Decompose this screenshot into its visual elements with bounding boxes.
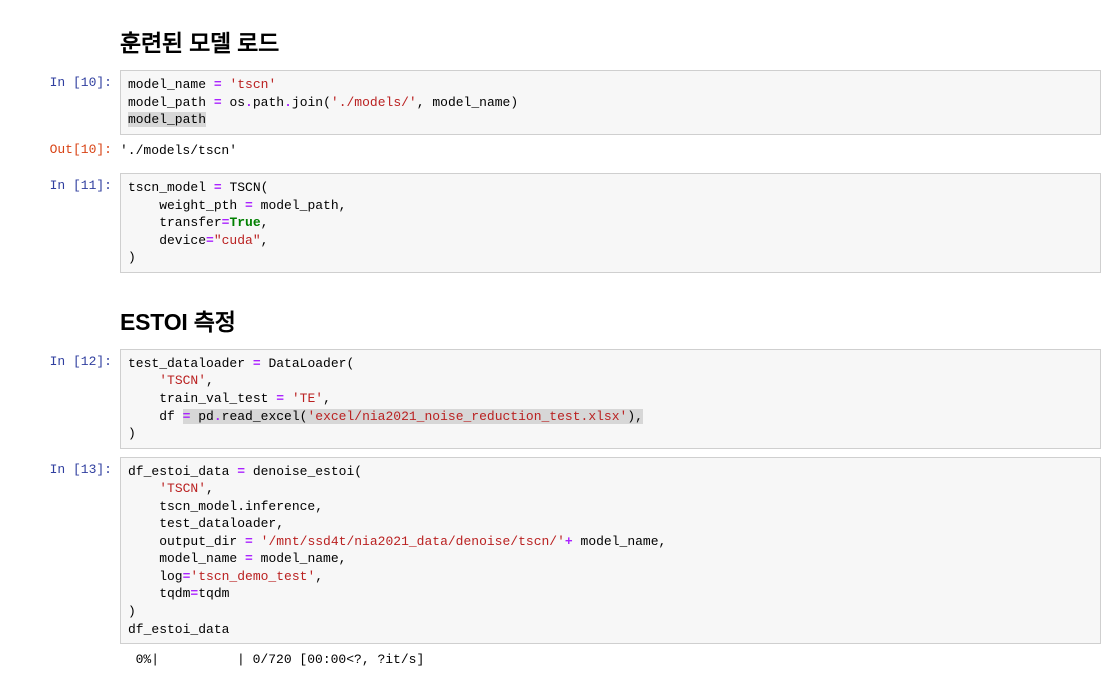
code-token: . — [284, 95, 292, 110]
code-token: df_estoi_data — [128, 464, 237, 479]
markdown-cell-1: 훈련된 모델 로드 — [16, 10, 1101, 68]
code-token: read_excel( — [222, 409, 308, 424]
code-token: ) — [128, 250, 136, 265]
code-token: , — [323, 391, 331, 406]
code-token: , — [315, 569, 323, 584]
code-token: = — [245, 551, 253, 566]
prompt-empty — [16, 275, 120, 289]
heading-estoi: ESTOI 측정 — [120, 303, 1101, 337]
code-token: path — [253, 95, 284, 110]
code-token: './models/' — [331, 95, 417, 110]
tqdm-progress: 0%| | 0/720 [00:00<?, ?it/s] — [120, 646, 1101, 669]
code-token: 'excel/nia2021_noise_reduction_test.xlsx… — [307, 409, 627, 424]
code-input-13[interactable]: df_estoi_data = denoise_estoi( 'TSCN', t… — [120, 457, 1101, 644]
code-token: tscn_model — [128, 180, 214, 195]
code-token: model_name, — [253, 551, 347, 566]
code-token: True — [229, 215, 260, 230]
code-token: 'TE' — [284, 391, 323, 406]
code-token: tqdm — [198, 586, 229, 601]
code-token: 'TSCN' — [159, 481, 206, 496]
code-token: 'tscn' — [222, 77, 277, 92]
code-token: log — [128, 569, 183, 584]
code-token: 'TSCN' — [159, 373, 206, 388]
code-token: ), — [627, 409, 643, 424]
code-token: test_dataloader, — [128, 516, 284, 531]
code-cell-10: In [10]: model_name = 'tscn' model_path … — [16, 70, 1101, 135]
code-token: = — [237, 464, 245, 479]
code-token: '/mnt/ssd4t/nia2021_data/denoise/tscn/' — [253, 534, 565, 549]
code-token: denoise_estoi( — [245, 464, 362, 479]
notebook-root: 훈련된 모델 로드 In [10]: model_name = 'tscn' m… — [0, 0, 1117, 687]
prompt-in-11: In [11]: — [16, 173, 120, 193]
code-token: DataLoader( — [261, 356, 355, 371]
code-token: "cuda" — [214, 233, 261, 248]
code-token: model_name — [128, 551, 245, 566]
code-token: output_dir — [128, 534, 245, 549]
code-token: tqdm — [128, 586, 190, 601]
code-token: , — [261, 233, 269, 248]
code-token: transfer — [128, 215, 222, 230]
code-token: = — [245, 534, 253, 549]
code-input-12[interactable]: test_dataloader = DataLoader( 'TSCN', tr… — [120, 349, 1101, 449]
code-token: = — [245, 198, 253, 213]
code-token — [128, 481, 159, 496]
code-token: df_estoi_data — [128, 622, 229, 637]
code-token: df — [128, 409, 183, 424]
code-token: weight_pth — [128, 198, 245, 213]
code-token: = — [183, 409, 199, 424]
output-text-10: './models/tscn' — [120, 137, 1101, 166]
prompt-in-13: In [13]: — [16, 457, 120, 477]
code-token: tscn_model.inference, — [128, 499, 323, 514]
code-cell-12: In [12]: test_dataloader = DataLoader( '… — [16, 349, 1101, 449]
code-token: + — [565, 534, 573, 549]
prompt-in-12: In [12]: — [16, 349, 120, 369]
code-input-10[interactable]: model_name = 'tscn' model_path = os.path… — [120, 70, 1101, 135]
prompt-empty — [16, 646, 120, 651]
code-token: = — [276, 391, 284, 406]
code-token: test_dataloader — [128, 356, 253, 371]
code-token: = — [214, 95, 222, 110]
code-token: = — [206, 233, 214, 248]
heading-load-model: 훈련된 모델 로드 — [120, 24, 1101, 58]
prompt-in-10: In [10]: — [16, 70, 120, 90]
code-token: train_val_test — [128, 391, 276, 406]
code-token: , model_name) — [417, 95, 518, 110]
code-token: os — [222, 95, 245, 110]
code-token — [128, 373, 159, 388]
code-token: , — [206, 373, 214, 388]
code-cell-13: In [13]: df_estoi_data = denoise_estoi( … — [16, 457, 1101, 644]
output-cell-13: 0%| | 0/720 [00:00<?, ?it/s] — [16, 646, 1101, 669]
code-token: device — [128, 233, 206, 248]
code-token: model_path — [128, 95, 214, 110]
code-cell-11: In [11]: tscn_model = TSCN( weight_pth =… — [16, 173, 1101, 273]
code-token: model_name — [128, 77, 214, 92]
code-token: ) — [128, 604, 136, 619]
code-token: model_path, — [253, 198, 347, 213]
markdown-cell-2: ESTOI 측정 — [16, 275, 1101, 347]
code-token: = — [214, 180, 222, 195]
code-token: pd — [198, 409, 214, 424]
code-token: , — [206, 481, 214, 496]
prompt-out-10: Out[10]: — [16, 137, 120, 157]
code-token: . — [245, 95, 253, 110]
code-token: ) — [128, 426, 136, 441]
code-token: = — [214, 77, 222, 92]
code-token: , — [261, 215, 269, 230]
code-input-11[interactable]: tscn_model = TSCN( weight_pth = model_pa… — [120, 173, 1101, 273]
code-token: 'tscn_demo_test' — [190, 569, 315, 584]
code-token: model_name, — [573, 534, 667, 549]
code-token: join( — [292, 95, 331, 110]
output-cell-10: Out[10]: './models/tscn' — [16, 137, 1101, 166]
code-token: = — [253, 356, 261, 371]
code-token-selected: model_path — [128, 112, 206, 127]
code-token: . — [214, 409, 222, 424]
code-token: TSCN( — [222, 180, 269, 195]
prompt-empty — [16, 10, 120, 24]
